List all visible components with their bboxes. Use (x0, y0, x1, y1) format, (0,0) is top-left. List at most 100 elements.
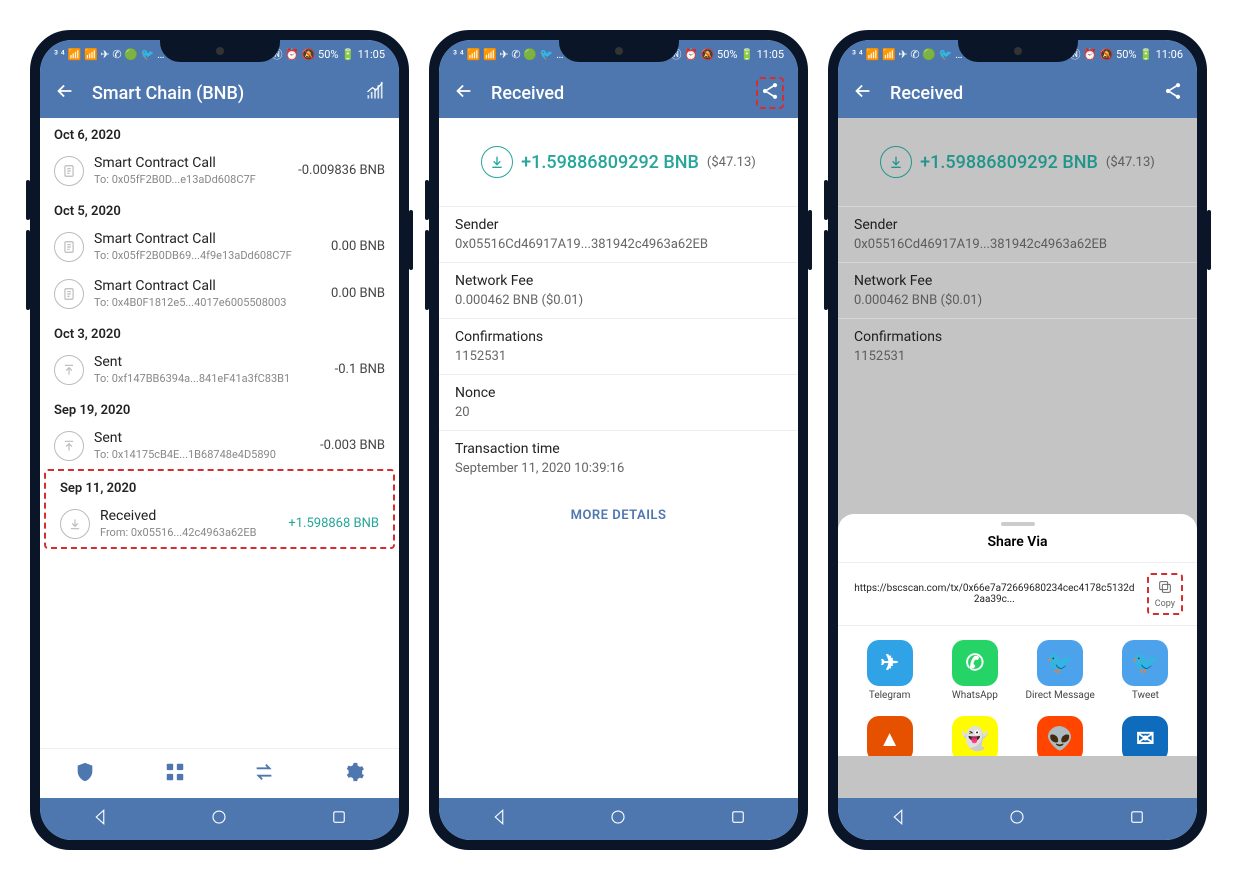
app-label: WhatsApp (937, 690, 1012, 702)
page-title: Smart Chain (BNB) (92, 83, 365, 104)
tx-subtitle: From: 0x05516...42c4963a62EB (100, 526, 282, 539)
nav-back-icon[interactable] (490, 808, 508, 830)
share-apps-row-2: ▲👻 👽✉ (838, 716, 1197, 756)
detail-label: Nonce (455, 385, 782, 401)
tx-icon (54, 355, 84, 385)
detail-value: 1152531 (455, 349, 782, 364)
share-app[interactable]: 👽 (1023, 716, 1098, 756)
share-app[interactable]: ✆WhatsApp (937, 640, 1012, 702)
tx-title: Sent (94, 354, 329, 370)
detail-row: Transaction time September 11, 2020 10:39… (439, 430, 798, 486)
nav-home-icon[interactable] (210, 808, 228, 830)
detail-label: Confirmations (854, 329, 1181, 345)
tx-title: Smart Contract Call (94, 155, 292, 171)
app-icon: 🐦 (1037, 640, 1083, 686)
share-app[interactable]: 🐦Direct Message (1023, 640, 1098, 702)
share-apps-row-1: ✈Telegram✆WhatsApp🐦Direct Message🐦Tweet (838, 626, 1197, 716)
nav-back-icon[interactable] (889, 808, 907, 830)
tx-amount: -0.003 BNB (320, 438, 385, 453)
page-title: Received (890, 83, 1163, 104)
app-icon: 🐦 (1122, 640, 1168, 686)
detail-value: 0.000462 BNB ($0.01) (455, 293, 782, 308)
share-icon[interactable] (1163, 81, 1183, 105)
phone-3: ³ ⁴ 📶 📶 ✈ ✆ 🟢 🐦 … Ⓝ ⏰ 🔕 50% 🔋 11:06 Rece… (828, 30, 1207, 850)
detail-value: 1152531 (854, 349, 1181, 364)
transaction-row[interactable]: Smart Contract Call To: 0x05fF2B0D...e13a… (40, 147, 399, 194)
share-app[interactable]: ✈Telegram (852, 640, 927, 702)
status-right: Ⓝ ⏰ 🔕 50% 🔋 11:06 (1069, 46, 1183, 62)
back-icon[interactable] (453, 80, 475, 106)
tx-amount: -0.1 BNB (335, 362, 385, 377)
detail-label: Network Fee (854, 273, 1181, 289)
tx-amount: 0.00 BNB (331, 239, 385, 254)
tx-subtitle: To: 0xf147BB6394a...841eF41a3fC83B1 (94, 372, 329, 385)
share-icon[interactable] (756, 77, 784, 109)
copy-button[interactable]: Copy (1147, 573, 1183, 615)
nav-recent-icon[interactable] (1128, 808, 1146, 830)
detail-row: Sender0x05516Cd46917A19...381942c4963a62… (439, 206, 798, 262)
detail-value: 0x05516Cd46917A19...381942c4963a62EB (455, 237, 782, 252)
transaction-row[interactable]: Received From: 0x05516...42c4963a62EB +1.5… (46, 500, 393, 547)
tx-icon (54, 156, 84, 186)
tx-subtitle: To: 0x05fF2B0DB69...4f9e13aDd608C7F (94, 249, 325, 262)
tx-title: Received (100, 508, 282, 524)
date-header: Oct 3, 2020 (40, 317, 399, 346)
status-left: ³ ⁴ 📶 📶 ✈ ✆ 🟢 🐦 … (54, 48, 164, 61)
phone-1: ³ ⁴ 📶 📶 ✈ ✆ 🟢 🐦 … Ⓝ ⏰ 🔕 50% 🔋 11:05 Smar… (30, 30, 409, 850)
share-app[interactable]: 👻 (937, 716, 1012, 756)
share-app[interactable]: ✉ (1108, 716, 1183, 756)
tx-icon (54, 431, 84, 461)
copy-icon (1155, 579, 1175, 599)
received-amount: +1.59886809292 BNB (521, 152, 699, 173)
app-bar: Received (439, 68, 798, 118)
status-left: ³ ⁴ 📶 📶 ✈ ✆ 🟢 🐦 … (852, 48, 962, 61)
received-usd: ($47.13) (1106, 155, 1155, 170)
tx-subtitle: To: 0x4B0F1812e5...4017e6005508003 (94, 296, 325, 309)
detail-value: 20 (455, 405, 782, 420)
transaction-list[interactable]: Oct 6, 2020Smart Contract CallTo: 0x05fF… (40, 118, 399, 748)
swap-icon[interactable] (253, 761, 275, 787)
app-label: Tweet (1108, 690, 1183, 702)
transaction-row[interactable]: Sent To: 0xf147BB6394a...841eF41a3fC83B1-… (40, 346, 399, 393)
back-icon[interactable] (54, 80, 76, 106)
nav-home-icon[interactable] (609, 808, 627, 830)
shield-icon[interactable] (74, 761, 96, 787)
tx-title: Sent (94, 430, 314, 446)
bottom-nav (40, 748, 399, 798)
detail-label: Transaction time (455, 441, 782, 457)
drag-handle[interactable] (1001, 522, 1035, 526)
detail-value: 0.000462 BNB ($0.01) (854, 293, 1181, 308)
transaction-row[interactable]: SentTo: 0x14175cB4E...1B68748e4D5890-0.0… (40, 422, 399, 469)
status-left: ³ ⁴ 📶 📶 ✈ ✆ 🟢 🐦 … (453, 48, 563, 61)
amount-hero: +1.59886809292 BNB ($47.13) (838, 118, 1197, 206)
share-app[interactable]: ▲ (852, 716, 927, 756)
detail-value: September 11, 2020 10:39:16 (455, 461, 782, 476)
copy-label: Copy (1155, 599, 1175, 609)
transaction-row[interactable]: Smart Contract CallTo: 0x4B0F1812e5...40… (40, 270, 399, 317)
app-bar: Received (838, 68, 1197, 118)
detail-row: Sender0x05516Cd46917A19...381942c4963a62… (838, 206, 1197, 262)
detail-row: Network Fee 0.000462 BNB ($0.01) (838, 262, 1197, 318)
date-header: Sep 11, 2020 (46, 471, 393, 500)
share-url: https://bscscan.com/tx/0x66e7a7266968023… (852, 583, 1137, 605)
date-header: Sep 19, 2020 (40, 393, 399, 422)
nav-recent-icon[interactable] (330, 808, 348, 830)
back-icon[interactable] (852, 80, 874, 106)
transaction-row[interactable]: Smart Contract CallTo: 0x05fF2B0DB69...4… (40, 223, 399, 270)
page-title: Received (491, 83, 756, 104)
nav-back-icon[interactable] (91, 808, 109, 830)
share-app[interactable]: 🐦 Tweet (1108, 640, 1183, 702)
more-details-button[interactable]: MORE DETAILS (439, 486, 798, 545)
apps-icon[interactable] (164, 761, 186, 787)
tx-amount: +1.598868 BNB (288, 516, 379, 531)
tx-subtitle: To: 0x05fF2B0D...e13aDd608C7F (94, 173, 292, 186)
phone-2: ³ ⁴ 📶 📶 ✈ ✆ 🟢 🐦 … Ⓝ ⏰ 🔕 50% 🔋 11:05 Rece… (429, 30, 808, 850)
tx-icon (60, 509, 90, 539)
share-link-row: https://bscscan.com/tx/0x66e7a7266968023… (838, 563, 1197, 626)
gear-icon[interactable] (343, 761, 365, 787)
detail-row: Confirmations1152531 (439, 318, 798, 374)
nav-home-icon[interactable] (1008, 808, 1026, 830)
nav-recent-icon[interactable] (729, 808, 747, 830)
chart-icon[interactable] (365, 81, 385, 105)
tx-icon (54, 279, 84, 309)
